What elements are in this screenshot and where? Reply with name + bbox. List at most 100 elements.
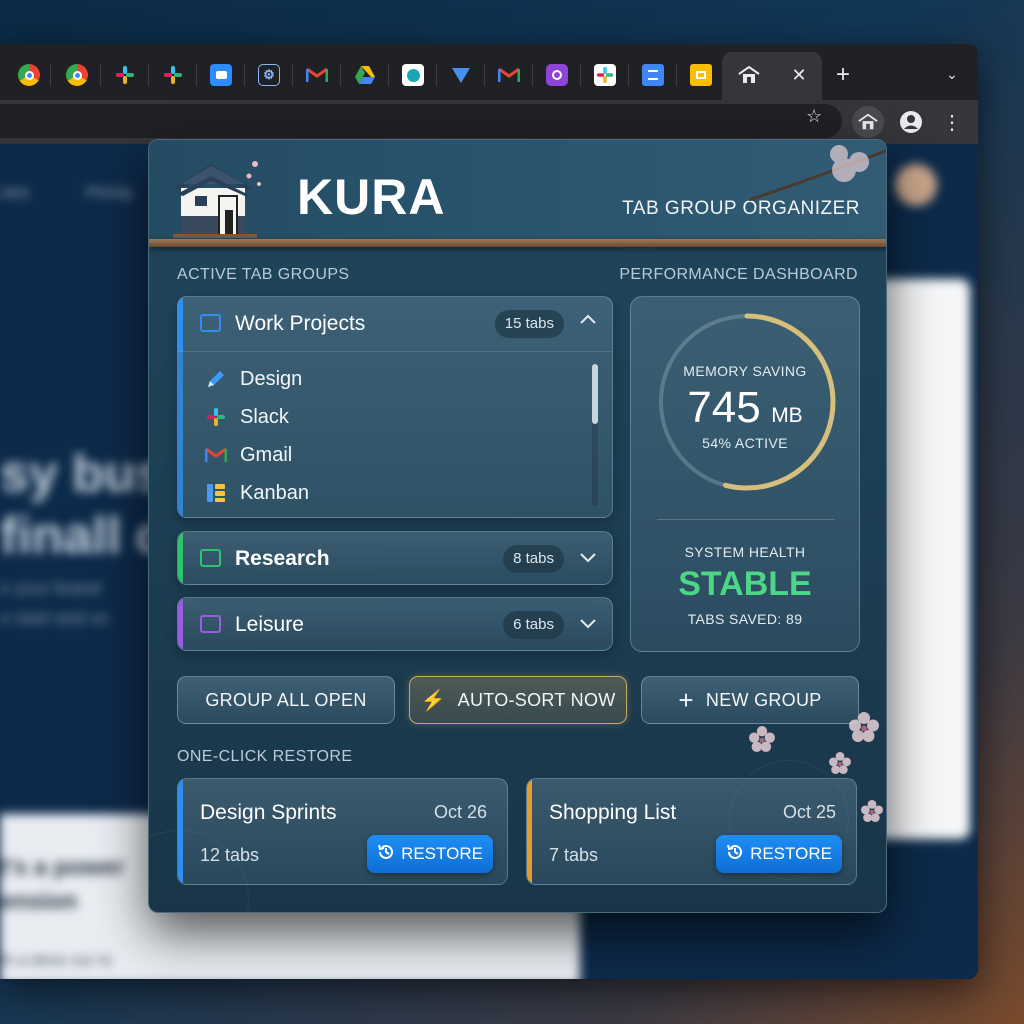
restore-label: ONE-CLICK RESTORE [177, 748, 353, 765]
tab-item-label: Design [240, 367, 303, 390]
history-icon [377, 843, 395, 866]
kanban-icon [204, 481, 228, 505]
drive-icon [355, 66, 375, 84]
memory-value: 745 [687, 383, 761, 432]
pencil-icon [204, 367, 228, 391]
auto-sort-button[interactable]: ⚡ AUTO-SORT NOW [409, 676, 627, 724]
tab-item-kanban[interactable]: Kanban [204, 479, 309, 507]
blossom-icon [861, 800, 883, 822]
tab-gmail-2[interactable] [498, 64, 520, 86]
tab-slack-1[interactable] [114, 64, 136, 86]
scroll-thumb[interactable] [592, 364, 598, 424]
health-value: STABLE [678, 565, 812, 603]
browser-icon [406, 68, 420, 82]
new-group-button[interactable]: + NEW GROUP [641, 676, 859, 724]
chevron-up-icon[interactable] [580, 311, 596, 329]
group-accent-bar [178, 598, 183, 650]
chrome-icon [72, 70, 82, 80]
folder-icon [200, 615, 221, 633]
group-all-open-button[interactable]: GROUP ALL OPEN [177, 676, 395, 724]
lightning-icon: ⚡ [420, 689, 446, 712]
restore-button-label: RESTORE [401, 844, 483, 863]
blossom-icon [829, 752, 851, 774]
menu-dots-icon[interactable]: ⋮ [936, 106, 968, 138]
tab-item-slack[interactable]: Slack [204, 403, 289, 431]
page-subheading: ension [0, 888, 78, 915]
blossom-icon [749, 726, 775, 752]
slack-icon [204, 405, 228, 429]
chrome-icon [24, 70, 34, 80]
kura-extension-popup: KURA TAB GROUP ORGANIZER ACTIVE TAB GROU… [148, 139, 887, 913]
page-lead: e start and so [0, 608, 110, 628]
tab-gmail-1[interactable] [306, 64, 328, 86]
card-accent-bar [527, 779, 532, 884]
profile-button[interactable] [895, 106, 927, 138]
toolbar: ☆ ⋮ [0, 100, 978, 144]
group-header[interactable]: Work Projects 15 tabs [178, 297, 612, 351]
brand-title: KURA [297, 169, 446, 225]
tab-search-chevron-icon[interactable]: ⌄ [940, 66, 964, 88]
performance-label: PERFORMANCE DASHBOARD [619, 266, 858, 283]
tab-item-label: Gmail [240, 443, 293, 466]
group-scrollbar[interactable] [592, 364, 598, 506]
tab-github[interactable]: ⚙ [258, 64, 280, 86]
tab-chrome-1[interactable] [18, 64, 40, 86]
tab-item-label: Slack [240, 405, 289, 428]
profile-icon [900, 111, 922, 133]
docs-icon [648, 70, 658, 80]
tab-slack-2[interactable] [162, 64, 184, 86]
tab-zoom[interactable] [210, 64, 232, 86]
group-title: Work Projects [235, 312, 366, 335]
tab-docs[interactable] [642, 64, 664, 86]
tab-browser[interactable] [402, 64, 424, 86]
new-tab-icon[interactable]: + [836, 63, 850, 87]
close-tab-icon[interactable]: ✕ [788, 64, 810, 86]
memory-unit: MB [771, 404, 803, 427]
tab-slack-3[interactable] [594, 64, 616, 86]
tab-flow[interactable] [450, 64, 472, 86]
tab-item-design[interactable]: Design [204, 365, 302, 393]
group-card-research[interactable]: Research 8 tabs [177, 531, 613, 585]
restore-date: Oct 26 [433, 802, 487, 822]
slack-icon [116, 66, 134, 84]
tab-drive[interactable] [354, 64, 376, 86]
tab-count-badge: 6 tabs [503, 611, 564, 639]
group-card-leisure[interactable]: Leisure 6 tabs [177, 597, 613, 651]
address-bar[interactable] [0, 104, 842, 138]
active-tab-kura[interactable]: ✕ [722, 52, 822, 100]
restore-button[interactable]: RESTORE [716, 835, 842, 873]
active-groups-label: ACTIVE TAB GROUPS [177, 266, 350, 283]
kura-house-icon [738, 64, 760, 86]
chevron-down-icon[interactable] [580, 616, 596, 634]
restore-button[interactable]: RESTORE [367, 835, 493, 873]
app-icon [552, 70, 562, 80]
gmail-icon [498, 67, 520, 82]
group-title: Research [235, 547, 330, 570]
restore-button-label: RESTORE [750, 844, 832, 863]
kura-extension-button[interactable] [852, 106, 884, 138]
folder-icon [200, 314, 221, 332]
group-tab-list: Design Slack Gmail Kanban [178, 351, 612, 517]
group-accent-bar [178, 532, 183, 584]
restore-title: Design Sprints [200, 801, 337, 824]
tab-strip: ⚙ ✕ [0, 44, 978, 100]
tab-item-gmail[interactable]: Gmail [204, 441, 292, 469]
group-title: Leisure [235, 613, 304, 636]
wooden-beam [149, 239, 886, 247]
slack-icon [164, 66, 182, 84]
restore-card-shopping-list: Shopping List Oct 25 7 tabs RESTORE [526, 778, 857, 885]
button-label: GROUP ALL OPEN [205, 689, 367, 710]
tab-count-badge: 15 tabs [494, 310, 564, 338]
cherry-blossom-branch-icon [749, 145, 886, 202]
restore-date: Oct 25 [782, 802, 836, 822]
memory-value-row: 745 MB [631, 383, 859, 433]
zoom-icon [215, 71, 227, 79]
flow-icon [452, 68, 470, 83]
button-label: NEW GROUP [705, 689, 822, 710]
bookmark-star-icon[interactable]: ☆ [806, 106, 822, 127]
tab-app[interactable] [546, 64, 568, 86]
tab-chrome-2[interactable] [66, 64, 88, 86]
tab-slides[interactable] [690, 64, 712, 86]
chevron-down-icon[interactable] [580, 550, 596, 568]
restore-tab-count: 7 tabs [549, 845, 599, 865]
